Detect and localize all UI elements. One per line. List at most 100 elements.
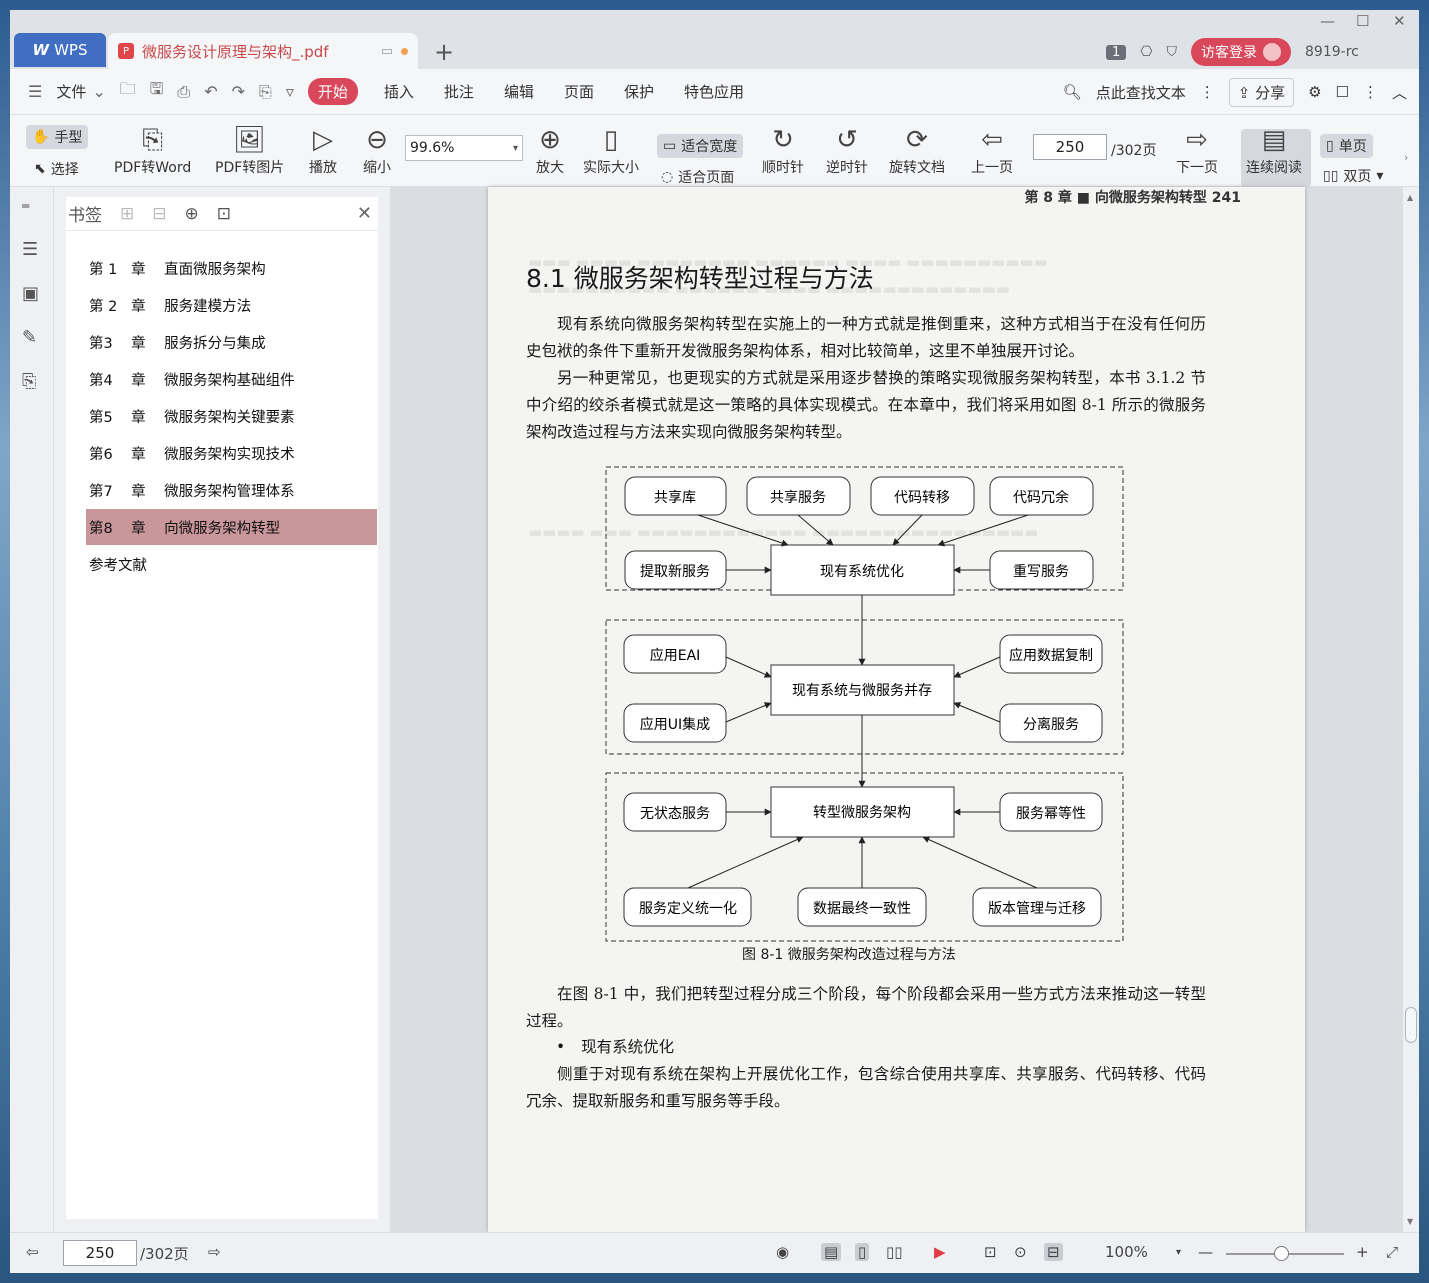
sync-icon[interactable]: ⎔ (1140, 44, 1152, 60)
fit-width-button[interactable]: ▭ 适合宽度 (657, 134, 744, 158)
ribbon-scroll-right-icon[interactable]: › (1404, 151, 1408, 164)
skin-icon[interactable]: ⛉ (1167, 44, 1178, 60)
menu-annotate[interactable]: 批注 (444, 81, 474, 102)
vertical-scrollbar[interactable]: ▲ ▼ (1403, 187, 1419, 1232)
pdf-to-word-button[interactable]: ⎘ PDF转Word (114, 123, 191, 177)
zoom-slider[interactable] (1226, 1246, 1344, 1261)
hamburger-icon[interactable]: ☰ (28, 82, 42, 101)
scroll-up-icon[interactable]: ▲ (1407, 193, 1413, 202)
bookmark-item[interactable]: 第3 章 服务拆分与集成 (86, 324, 377, 360)
print-icon[interactable]: ⎙ (177, 82, 190, 102)
share-button[interactable]: ⇪ 分享 (1228, 77, 1295, 107)
panel-splitter[interactable] (378, 197, 390, 1219)
zoom-dropdown-icon[interactable]: ▾ (1176, 1247, 1181, 1258)
more-options-icon[interactable]: ⋮ (1363, 83, 1378, 101)
bookmark-item[interactable]: 第 2 章 服务建模方法 (86, 287, 377, 323)
actual-size-button[interactable]: ▯ 实际大小 (583, 123, 639, 177)
continuous-view-icon[interactable]: ▤ (821, 1243, 842, 1261)
login-button[interactable]: 访客登录 (1191, 38, 1292, 66)
double-view-icon[interactable]: ▯▯ (886, 1243, 903, 1261)
bookmark-options-icon[interactable]: ⊡ (217, 204, 231, 224)
zoom-dropdown-icon[interactable]: ▾ (513, 143, 518, 154)
zoom-out-button[interactable]: ⊖ 缩小 (363, 123, 391, 177)
rotate-clockwise-button[interactable]: ↻ 顺时针 (762, 123, 804, 177)
collapse-ribbon-icon[interactable]: ︿ (1392, 82, 1407, 103)
save-icon[interactable]: 🖫 (150, 78, 164, 105)
single-page-button[interactable]: ▯ 单页 (1320, 134, 1373, 158)
wps-home-tab[interactable]: W WPS (14, 33, 106, 67)
new-tab-button[interactable]: + (434, 38, 454, 66)
bookmark-item[interactable]: 参考文献 (86, 546, 377, 582)
zoom-select[interactable]: 99.6% ▾ (405, 135, 523, 161)
redo-icon[interactable]: ↷ (232, 82, 245, 101)
play-slideshow-icon[interactable]: ▶ (934, 1243, 946, 1261)
fullscreen-icon[interactable]: ⤢ (1386, 1243, 1398, 1261)
add-bookmark-icon[interactable]: ⊕ (185, 204, 199, 224)
bookmark-item-active[interactable]: 第8 章 向微服务架构转型 (86, 509, 377, 545)
page-number-input[interactable]: 250 (1033, 134, 1107, 160)
bookmark-item[interactable]: 第6 章 微服务架构实现技术 (86, 435, 377, 471)
menu-insert[interactable]: 插入 (384, 81, 414, 102)
zoom-in-plus-icon[interactable]: + (1356, 1243, 1369, 1261)
scrollbar-thumb[interactable] (1405, 1007, 1417, 1043)
fit-page-icon[interactable]: ⊙ (1014, 1243, 1027, 1261)
more-dropdown-icon[interactable]: ▿ (286, 82, 294, 101)
eye-protection-icon[interactable]: ◉ (776, 1243, 789, 1261)
open-folder-icon[interactable]: 🗀 (120, 78, 136, 105)
zoom-in-button[interactable]: ⊕ 放大 (536, 123, 564, 177)
actual-size-icon[interactable]: ⊡ (984, 1243, 997, 1261)
double-page-button[interactable]: ▯▯ 双页 ▾ (1323, 166, 1383, 186)
minimize-icon[interactable]: — (1320, 12, 1335, 30)
chat-icon[interactable]: ☐ (1336, 83, 1349, 101)
single-view-icon[interactable]: ▯ (855, 1243, 870, 1261)
search-text-button[interactable]: 点此查找文本 (1096, 82, 1186, 103)
thumbnail-icon[interactable]: ▣ (22, 283, 39, 304)
hand-tool-button[interactable]: ✋ 手型 (26, 125, 89, 149)
menu-special[interactable]: 特色应用 (684, 81, 744, 102)
zoom-level[interactable]: 100% (1105, 1243, 1148, 1261)
bookmark-item[interactable]: 第 1 章 直面微服务架构 (86, 250, 377, 286)
scroll-down-icon[interactable]: ▼ (1407, 1217, 1413, 1226)
double-page-dropdown-icon[interactable]: ▾ (1376, 168, 1383, 184)
search-icon[interactable]: 🔍︎ (1063, 83, 1082, 101)
bookmark-item[interactable]: 第5 章 微服务架构关键要素 (86, 398, 377, 434)
status-next-page-icon[interactable]: ⇨ (208, 1243, 221, 1261)
menu-start[interactable]: 开始 (307, 78, 358, 105)
drag-handle-icon[interactable]: ═ (22, 199, 29, 213)
play-button[interactable]: ▷ 播放 (309, 123, 337, 177)
export-icon[interactable]: ⎘ (259, 82, 272, 102)
close-window-icon[interactable]: ✕ (1393, 12, 1406, 30)
rotate-counterclockwise-button[interactable]: ↺ 逆时针 (826, 123, 868, 177)
status-prev-page-icon[interactable]: ⇦ (26, 1243, 39, 1261)
rotate-document-button[interactable]: ⟳ 旋转文档 (889, 123, 945, 177)
annotation-icon[interactable]: ✎ (22, 327, 37, 348)
maximize-icon[interactable]: ☐ (1356, 12, 1369, 30)
collapse-all-icon[interactable]: ⊟ (152, 204, 166, 224)
zoom-out-minus-icon[interactable]: — (1198, 1243, 1213, 1261)
status-page-input[interactable]: 250 (63, 1240, 137, 1266)
settings-gear-icon[interactable]: ⚙ (1308, 83, 1321, 101)
pdf-to-image-button[interactable]: 🖼︎ PDF转图片 (215, 123, 284, 177)
menu-edit[interactable]: 编辑 (504, 81, 534, 102)
undo-icon[interactable]: ↶ (204, 82, 217, 101)
bookmark-item[interactable]: 第4 章 微服务架构基础组件 (86, 361, 377, 397)
file-menu[interactable]: 文件 (56, 81, 86, 102)
menu-page[interactable]: 页面 (564, 81, 594, 102)
document-tab[interactable]: P 微服务设计原理与架构_.pdf ▭ (108, 33, 418, 69)
bookmark-item[interactable]: 第7 章 微服务架构管理体系 (86, 472, 377, 508)
attachment-icon[interactable]: ⎘ (22, 371, 36, 392)
bookmark-list-icon[interactable]: ☰ (22, 239, 38, 260)
monitor-icon[interactable]: ▭ (381, 44, 393, 59)
zoom-slider-knob[interactable] (1274, 1246, 1289, 1261)
fit-page-button[interactable]: ◌ 适合页面 (661, 167, 734, 187)
window-count-badge[interactable]: 1 (1106, 44, 1127, 60)
fit-width-icon[interactable]: ⊟ (1044, 1243, 1063, 1261)
expand-all-icon[interactable]: ⊞ (120, 204, 134, 224)
prev-page-button[interactable]: ⇦ 上一页 (971, 123, 1013, 177)
more-vertical-icon[interactable]: ⋮ (1200, 83, 1215, 101)
next-page-button[interactable]: ⇨ 下一页 (1176, 123, 1218, 177)
select-tool-button[interactable]: ⬉ 选择 (34, 159, 79, 179)
close-panel-icon[interactable]: ✕ (357, 203, 372, 224)
chevron-down-icon[interactable]: ⌄ (92, 82, 105, 101)
menu-protect[interactable]: 保护 (624, 81, 654, 102)
